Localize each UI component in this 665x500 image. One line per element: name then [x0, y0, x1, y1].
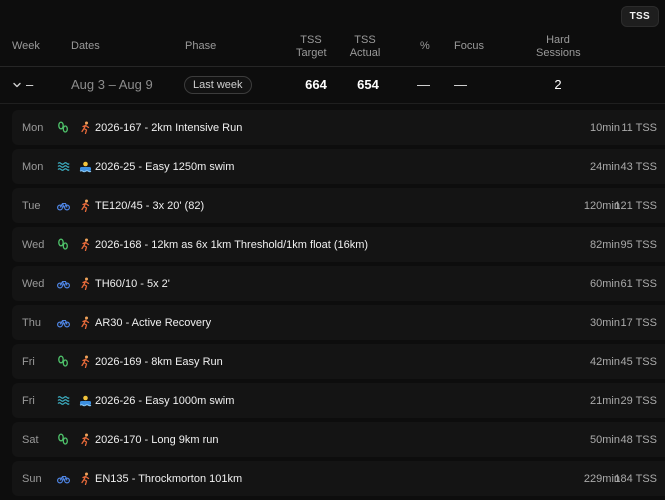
session-name: 2026-169 - 8km Easy Run [95, 355, 223, 368]
session-row[interactable]: Sat 2026-170 - Long 9km run 50min 48 TSS [12, 422, 665, 457]
session-name: 2026-170 - Long 9km run [95, 433, 219, 446]
expand-toggle[interactable]: – [12, 66, 33, 103]
runner-icon [78, 344, 92, 379]
waves-icon [56, 383, 70, 418]
swimmer-icon [78, 383, 92, 418]
session-day: Sun [22, 472, 42, 485]
session-tss: 184 TSS [614, 472, 657, 485]
session-tss: 11 TSS [621, 121, 657, 134]
bicycle-icon [56, 188, 70, 223]
tss-toggle-button[interactable]: TSS [620, 6, 659, 27]
footprints-icon [56, 110, 70, 145]
session-list: Mon 2026-167 - 2km Intensive Run 10min 1… [12, 110, 665, 500]
header-tss-target: TSS Target [296, 34, 327, 59]
session-day: Tue [22, 199, 41, 212]
session-name: 2026-167 - 2km Intensive Run [95, 121, 243, 134]
session-name: 2026-26 - Easy 1000m swim [95, 394, 235, 407]
session-row[interactable]: Thu AR30 - Active Recovery 30min 17 TSS [12, 305, 665, 340]
session-name: TH60/10 - 5x 2' [95, 277, 170, 290]
session-tss: 29 TSS [620, 394, 658, 407]
header-hard-sessions: Hard Sessions [536, 34, 581, 59]
footprints-icon [56, 422, 70, 457]
session-tss: 121 TSS [614, 199, 657, 212]
runner-icon [78, 266, 92, 301]
header-focus: Focus [454, 40, 484, 52]
session-tss: 45 TSS [620, 355, 658, 368]
session-row[interactable]: Mon 2026-25 - Easy 1250m swim 24min 43 T… [12, 149, 665, 184]
header-week: Week [12, 40, 40, 52]
session-row[interactable]: Sun EN135 - Throckmorton 101km 229min 18… [12, 461, 665, 496]
runner-icon [78, 110, 92, 145]
bicycle-icon [56, 305, 70, 340]
session-day: Fri [22, 355, 35, 368]
session-row[interactable]: Wed 2026-168 - 12km as 6x 1km Threshold/… [12, 227, 665, 262]
footprints-icon [56, 344, 70, 379]
week-hard-sessions: 2 [554, 77, 562, 92]
bicycle-icon [56, 266, 70, 301]
week-percent: — [417, 77, 430, 92]
week-tss-target: 664 [305, 77, 327, 92]
session-duration: 82min [590, 238, 620, 251]
week-dates: Aug 3 – Aug 9 [71, 77, 153, 92]
session-tss: 17 TSS [620, 316, 658, 329]
session-day: Mon [22, 160, 44, 173]
session-row[interactable]: Mon 2026-167 - 2km Intensive Run 10min 1… [12, 110, 665, 145]
session-day: Sat [22, 433, 39, 446]
session-row[interactable]: Tue TE120/45 - 3x 20' (82) 120min 121 TS… [12, 188, 665, 223]
session-row[interactable]: Wed TH60/10 - 5x 2' 60min 61 TSS [12, 266, 665, 301]
session-day: Mon [22, 121, 44, 134]
session-row[interactable]: Fri 2026-169 - 8km Easy Run 42min 45 TSS [12, 344, 665, 379]
runner-icon [78, 305, 92, 340]
session-duration: 60min [590, 277, 620, 290]
header-tss-actual: TSS Actual [349, 34, 381, 59]
session-name: AR30 - Active Recovery [95, 316, 212, 329]
phase-cell: Last week [184, 66, 252, 103]
session-name: 2026-168 - 12km as 6x 1km Threshold/1km … [95, 238, 369, 251]
waves-icon [56, 149, 70, 184]
week-label: – [26, 77, 34, 92]
phase-badge: Last week [184, 75, 252, 94]
runner-icon [78, 461, 92, 496]
session-name: TE120/45 - 3x 20' (82) [95, 199, 205, 212]
session-tss: 43 TSS [620, 160, 658, 173]
session-tss: 48 TSS [620, 433, 658, 446]
session-duration: 50min [590, 433, 620, 446]
table-header: Week Dates Phase TSS Target TSS Actual %… [0, 30, 665, 67]
session-day: Thu [22, 316, 41, 329]
session-duration: 30min [590, 316, 620, 329]
header-percent: % [420, 40, 430, 52]
week-summary-row[interactable]: – Aug 3 – Aug 9 Last week 664 654 — — 2 [0, 66, 665, 104]
session-duration: 10min [590, 121, 620, 134]
session-duration: 21min [590, 394, 620, 407]
runner-icon [78, 227, 92, 262]
swimmer-icon [78, 149, 92, 184]
session-duration: 42min [590, 355, 620, 368]
chevron-down-icon [12, 80, 22, 90]
session-day: Fri [22, 394, 35, 407]
week-tss-actual: 654 [357, 77, 379, 92]
bicycle-icon [56, 461, 70, 496]
footprints-icon [56, 227, 70, 262]
runner-icon [78, 422, 92, 457]
week-focus: — [454, 77, 467, 92]
session-day: Wed [22, 277, 45, 290]
session-duration: 24min [590, 160, 620, 173]
session-tss: 95 TSS [620, 238, 658, 251]
header-dates: Dates [71, 40, 100, 52]
header-phase: Phase [185, 40, 217, 52]
session-row[interactable]: Fri 2026-26 - Easy 1000m swim 21min 29 T… [12, 383, 665, 418]
session-name: EN135 - Throckmorton 101km [95, 472, 243, 485]
session-name: 2026-25 - Easy 1250m swim [95, 160, 235, 173]
runner-icon [78, 188, 92, 223]
session-tss: 61 TSS [620, 277, 658, 290]
session-day: Wed [22, 238, 45, 251]
